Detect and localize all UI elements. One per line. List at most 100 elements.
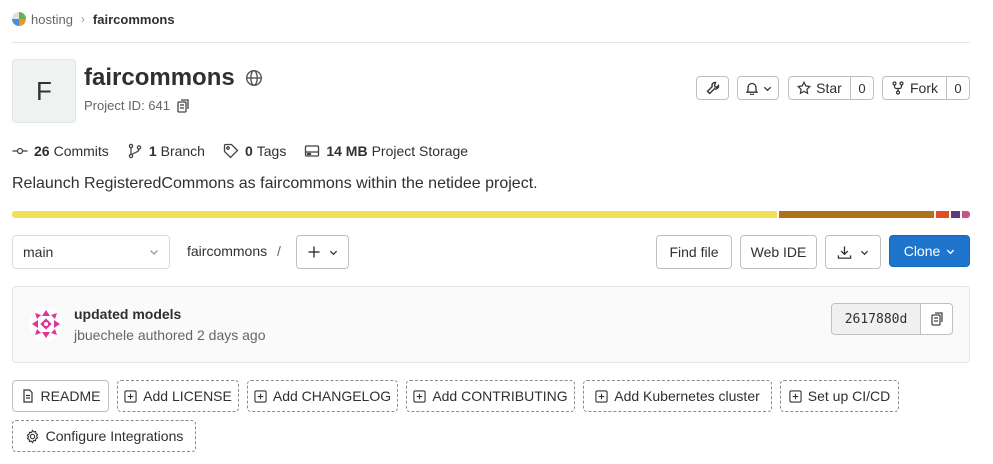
group-logo-icon[interactable] <box>12 12 26 26</box>
readme-label: README <box>40 388 101 404</box>
configure-integrations-button[interactable]: Configure Integrations <box>12 420 196 452</box>
project-title: faircommons <box>84 64 263 92</box>
star-icon <box>797 81 812 95</box>
language-segment[interactable] <box>12 211 777 218</box>
commit-author-avatar[interactable] <box>29 307 63 341</box>
chevron-down-icon <box>150 250 158 255</box>
commit-icon <box>12 147 28 155</box>
language-segment[interactable] <box>935 211 949 218</box>
readme-button[interactable]: README <box>12 380 109 412</box>
project-id: Project ID: 641 <box>84 98 190 113</box>
download-icon <box>837 245 852 259</box>
plus-square-icon <box>124 389 137 403</box>
commit-sha[interactable]: 2617880d <box>832 304 921 334</box>
add-contributing-label: Add CONTRIBUTING <box>432 388 568 404</box>
stat-tags-value: 0 <box>244 143 253 159</box>
star-label: Star <box>816 80 842 96</box>
storage-icon <box>305 145 320 157</box>
star-button[interactable]: Star <box>788 76 851 100</box>
chevron-down-icon <box>947 249 955 254</box>
project-id-label: Project ID: 641 <box>84 98 170 113</box>
copy-project-id-icon[interactable] <box>176 98 190 113</box>
stat-storage-label: Project Storage <box>371 143 469 159</box>
stat-branches[interactable]: 1 Branch <box>127 143 205 159</box>
language-segment[interactable] <box>950 211 961 218</box>
stat-storage[interactable]: 14 MB Project Storage <box>304 143 468 159</box>
breadcrumb: hosting › faircommons <box>12 10 175 28</box>
find-file-label: Find file <box>669 244 719 260</box>
stat-commits[interactable]: 26 Commits <box>12 143 109 159</box>
stat-tags[interactable]: 0 Tags <box>223 143 286 159</box>
web-ide-button[interactable]: Web IDE <box>740 235 817 269</box>
project-name: faircommons <box>84 64 235 91</box>
file-icon <box>22 389 33 403</box>
plus-icon <box>308 246 320 258</box>
plus-square-icon <box>789 389 802 403</box>
settings-wrench-button[interactable] <box>696 76 729 100</box>
plus-square-icon <box>413 389 426 403</box>
fork-count-value: 0 <box>954 80 962 96</box>
web-ide-label: Web IDE <box>750 244 807 260</box>
settings-icon <box>26 428 38 444</box>
breadcrumb-separator-icon: › <box>80 12 85 26</box>
stat-branches-value: 1 <box>148 143 157 159</box>
stat-commits-value: 26 <box>34 143 50 159</box>
repo-path-separator: / <box>277 243 281 259</box>
add-license-label: Add LICENSE <box>143 388 232 404</box>
project-avatar: F <box>12 59 76 123</box>
stat-branches-label: Branch <box>160 143 205 159</box>
tag-icon <box>223 143 239 159</box>
download-button[interactable] <box>825 235 881 269</box>
setup-cicd-button[interactable]: Set up CI/CD <box>780 380 899 412</box>
clone-label: Clone <box>903 243 941 259</box>
star-count-value: 0 <box>858 80 866 96</box>
breadcrumb-current[interactable]: faircommons <box>93 12 175 27</box>
branch-icon <box>128 143 142 159</box>
star-count[interactable]: 0 <box>851 76 874 100</box>
setup-cicd-label: Set up CI/CD <box>807 388 891 404</box>
globe-icon <box>245 69 263 87</box>
find-file-button[interactable]: Find file <box>656 235 732 269</box>
fork-button[interactable]: Fork <box>882 76 947 100</box>
project-avatar-initial: F <box>36 75 52 106</box>
project-description: Relaunch RegisteredCommons as faircommon… <box>12 175 538 192</box>
add-to-tree-button[interactable] <box>296 235 349 269</box>
wrench-icon <box>706 81 719 95</box>
add-license-button[interactable]: Add LICENSE <box>117 380 239 412</box>
stat-storage-value: 14 MB <box>326 143 368 159</box>
repository-language-bar[interactable] <box>12 211 970 218</box>
project-stats: 26 Commits 1 Branch 0 Tags 14 MB Project… <box>12 143 486 159</box>
add-changelog-button[interactable]: Add CHANGELOG <box>247 380 398 412</box>
clone-button[interactable]: Clone <box>889 235 970 267</box>
fork-icon <box>892 81 904 95</box>
add-contributing-button[interactable]: Add CONTRIBUTING <box>406 380 575 412</box>
fork-label: Fork <box>910 80 938 96</box>
branch-selector[interactable]: main <box>12 235 170 269</box>
copy-sha-button[interactable] <box>921 304 952 334</box>
stat-commits-label: Commits <box>53 143 109 159</box>
stat-tags-label: Tags <box>256 143 287 159</box>
header-divider <box>12 42 970 43</box>
add-kubernetes-cluster-button[interactable]: Add Kubernetes cluster <box>583 380 772 412</box>
copy-icon <box>930 312 943 326</box>
branch-selector-value: main <box>23 244 54 260</box>
last-commit-panel: updated models jbuechele authored 2 days… <box>12 286 970 363</box>
fork-count[interactable]: 0 <box>947 76 970 100</box>
bell-icon <box>745 82 758 95</box>
chevron-down-icon <box>860 250 869 255</box>
add-changelog-label: Add CHANGELOG <box>272 388 392 404</box>
chevron-down-icon <box>329 250 338 255</box>
configure-integrations-label: Configure Integrations <box>45 428 184 444</box>
plus-square-icon <box>254 389 267 403</box>
chevron-down-icon <box>763 86 771 91</box>
language-segment[interactable] <box>778 211 934 218</box>
repo-path-root[interactable]: faircommons <box>187 243 267 259</box>
language-segment[interactable] <box>962 211 970 218</box>
add-kubernetes-cluster-label: Add Kubernetes cluster <box>614 388 760 404</box>
notification-button[interactable] <box>737 76 779 100</box>
plus-square-icon <box>595 389 608 403</box>
breadcrumb-parent[interactable]: hosting <box>31 12 73 27</box>
commit-title-link[interactable]: updated models <box>74 306 181 322</box>
commit-sha-group: 2617880d <box>831 303 953 335</box>
commit-author-meta: jbuechele authored 2 days ago <box>74 327 266 343</box>
